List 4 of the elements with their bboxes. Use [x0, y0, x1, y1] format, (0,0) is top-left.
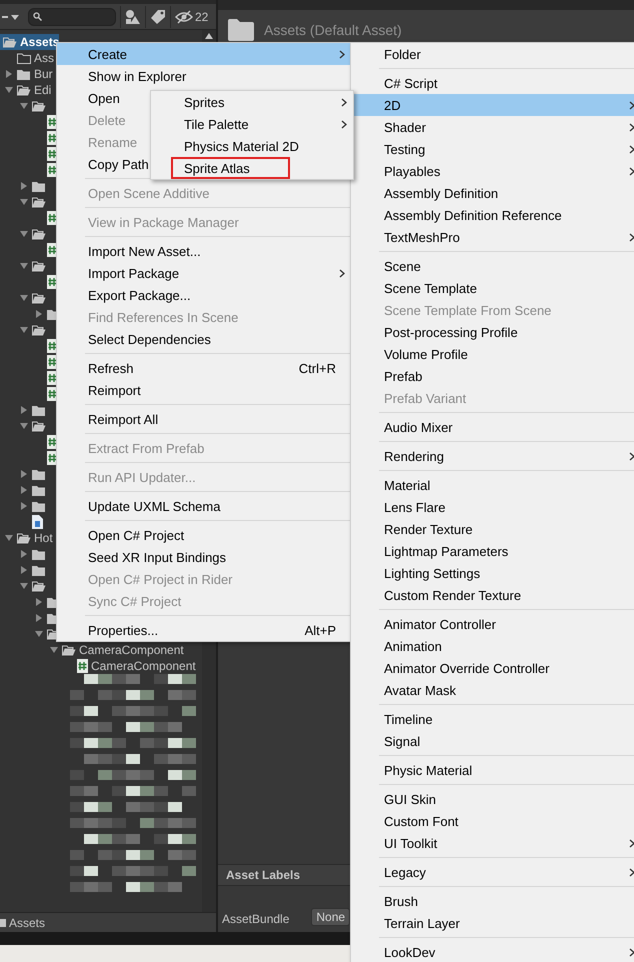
inspector-title: Assets (Default Asset): [264, 22, 402, 38]
highlight-box: Sprite Atlas: [171, 156, 290, 178]
asset-bundle-label: AssetBundle: [222, 912, 290, 926]
folder-path: Assets: [9, 916, 46, 930]
